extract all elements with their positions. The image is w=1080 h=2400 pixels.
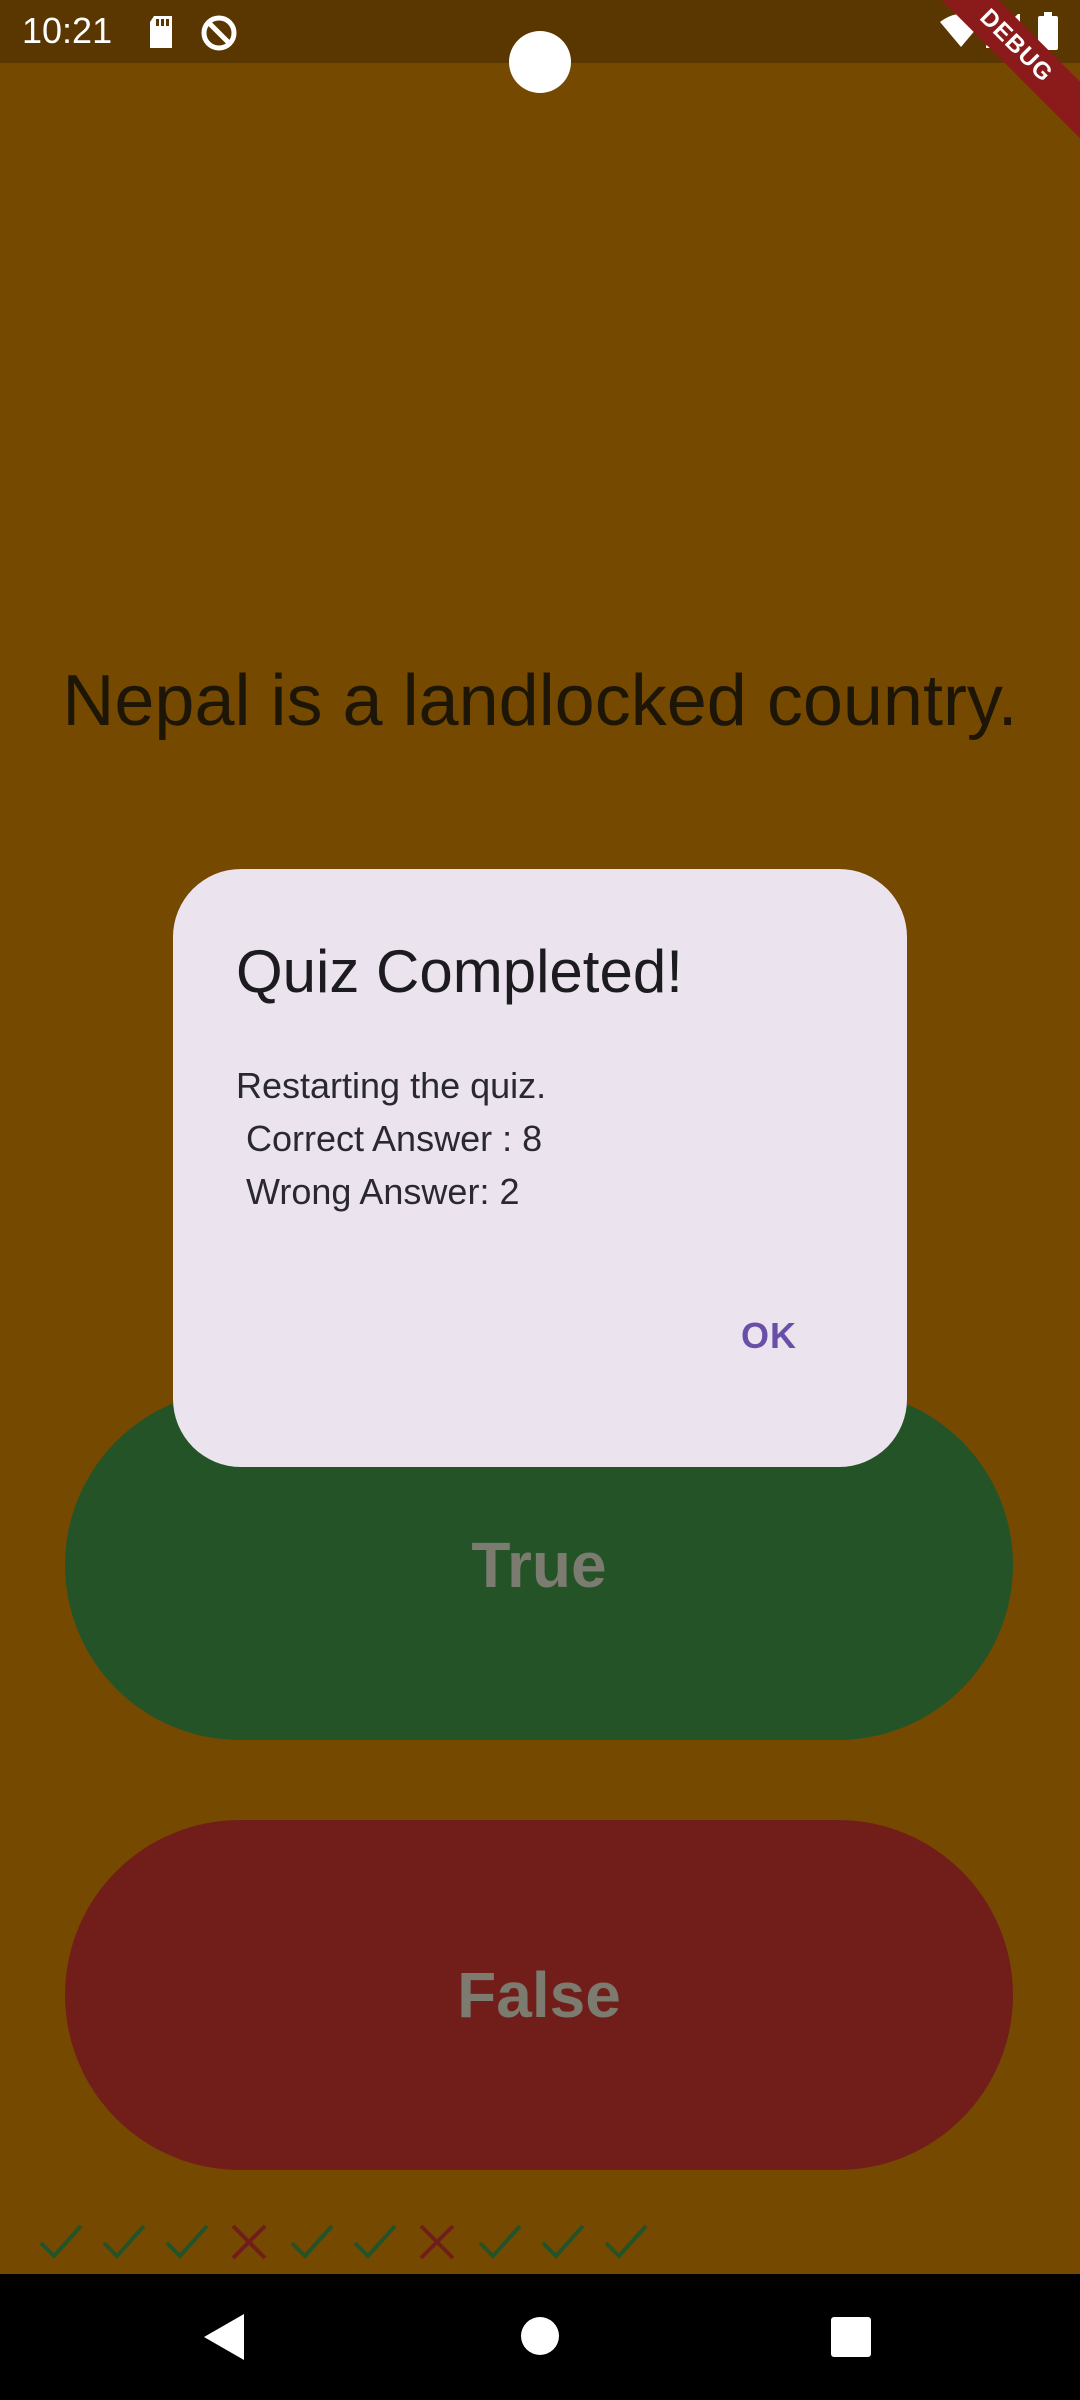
dialog-title: Quiz Completed! (236, 938, 683, 1005)
home-icon[interactable] (521, 2317, 559, 2360)
cross-icon (406, 2212, 469, 2272)
dialog-message-line: Restarting the quiz. (236, 1065, 547, 1106)
ok-button[interactable]: OK (741, 1315, 797, 1357)
question-text: Nepal is a landlocked country. (62, 661, 1018, 741)
check-icon (594, 2212, 657, 2272)
false-button-label: False (457, 1959, 621, 2031)
check-icon (30, 2212, 93, 2272)
check-icon (469, 2212, 532, 2272)
dialog-message: Restarting the quiz. Correct Answer : 8 … (236, 1059, 546, 1218)
true-button-label: True (471, 1529, 607, 1601)
check-icon (281, 2212, 344, 2272)
check-icon (93, 2212, 156, 2272)
status-time: 10:21 (22, 10, 113, 51)
score-keeper (30, 2212, 657, 2272)
do-not-disturb-icon (200, 14, 238, 57)
camera-cutout (509, 31, 571, 93)
check-icon (343, 2212, 406, 2272)
quiz-completed-dialog: Quiz Completed! Restarting the quiz. Cor… (173, 869, 907, 1467)
dialog-message-line: Wrong Answer: 2 (236, 1171, 520, 1212)
dialog-message-line: Correct Answer : 8 (236, 1118, 543, 1159)
check-icon (155, 2212, 218, 2272)
navigation-bar (0, 2274, 1080, 2400)
sd-card-icon (148, 16, 174, 53)
cross-icon (218, 2212, 281, 2272)
recents-icon[interactable] (831, 2317, 871, 2362)
false-button[interactable]: False (65, 1820, 1013, 2170)
check-icon (532, 2212, 595, 2272)
back-icon[interactable] (204, 2314, 244, 2365)
